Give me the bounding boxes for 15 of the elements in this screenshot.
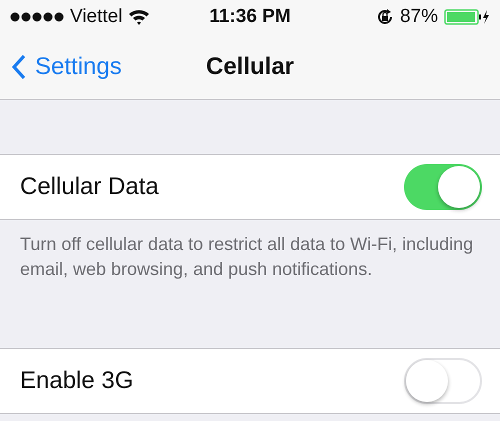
row-label: Enable 3G [20, 367, 134, 395]
back-button[interactable]: Settings [12, 52, 122, 80]
toggle-switch[interactable] [404, 358, 482, 404]
back-chevron-icon [12, 54, 26, 80]
clock-time: 11:36 PM [209, 6, 291, 28]
screen-title: Cellular [206, 52, 294, 80]
row-label: Cellular Data [20, 173, 159, 201]
carrier-name: Viettel [70, 6, 122, 28]
battery-percentage: 87% [400, 6, 438, 28]
wifi-icon [128, 9, 150, 25]
battery-charging-icon [444, 8, 490, 26]
footer-note: Turn off cellular data to restrict all data to Wi-Fi, including email, web browsing, and push notifications. [19, 233, 474, 281]
rotation-lock-icon [376, 8, 394, 26]
signal-icon [10, 12, 64, 22]
toggle-switch[interactable] [404, 164, 482, 210]
